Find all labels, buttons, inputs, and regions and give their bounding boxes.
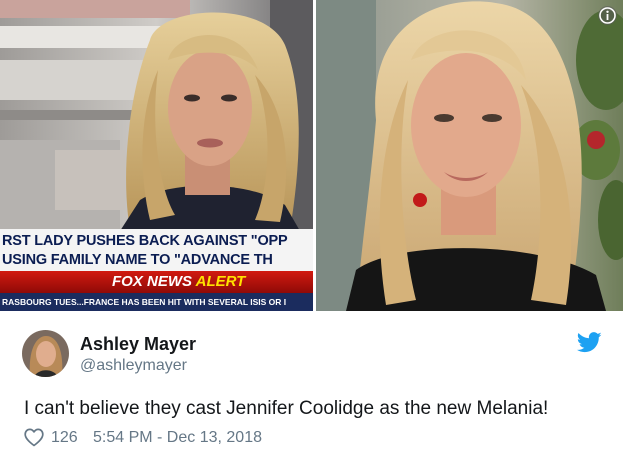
author-handle[interactable]: @ashleymayer xyxy=(80,357,187,375)
heart-icon[interactable] xyxy=(24,428,44,447)
fox-news-alert-label: FOX NEWS ALERT xyxy=(112,271,245,293)
tweet-text: I can't believe they cast Jennifer Cooli… xyxy=(24,398,549,419)
portrait-image xyxy=(316,0,623,311)
avatar-image xyxy=(22,330,69,377)
info-button[interactable] xyxy=(598,6,617,25)
avatar[interactable] xyxy=(22,330,69,377)
chyron-headline: RST LADY PUSHES BACK AGAINST "OPP USING … xyxy=(0,229,313,271)
like-count: 126 xyxy=(51,429,78,446)
info-icon xyxy=(599,7,616,24)
twitter-bird-icon[interactable] xyxy=(576,332,602,353)
right-photo[interactable] xyxy=(316,0,623,311)
author-name[interactable]: Ashley Mayer xyxy=(80,334,196,355)
timestamp[interactable]: 5:54 PM - Dec 13, 2018 xyxy=(93,429,262,447)
tweet-media[interactable]: RST LADY PUSHES BACK AGAINST "OPP USING … xyxy=(0,0,623,311)
left-photo[interactable]: RST LADY PUSHES BACK AGAINST "OPP USING … xyxy=(0,0,313,311)
chyron-ticker: RASBOURG TUES...FRANCE HAS BEEN HIT WITH… xyxy=(0,293,313,311)
chyron-alert-bar: FOX NEWS ALERT xyxy=(0,271,313,293)
alert-brand: FOX NEWS xyxy=(112,273,196,290)
news-chyron: RST LADY PUSHES BACK AGAINST "OPP USING … xyxy=(0,229,313,311)
chyron-headline-line1: RST LADY PUSHES BACK AGAINST "OPP xyxy=(2,233,288,249)
alert-word: ALERT xyxy=(195,273,246,290)
chyron-headline-line2: USING FAMILY NAME TO "ADVANCE TH xyxy=(2,252,273,268)
